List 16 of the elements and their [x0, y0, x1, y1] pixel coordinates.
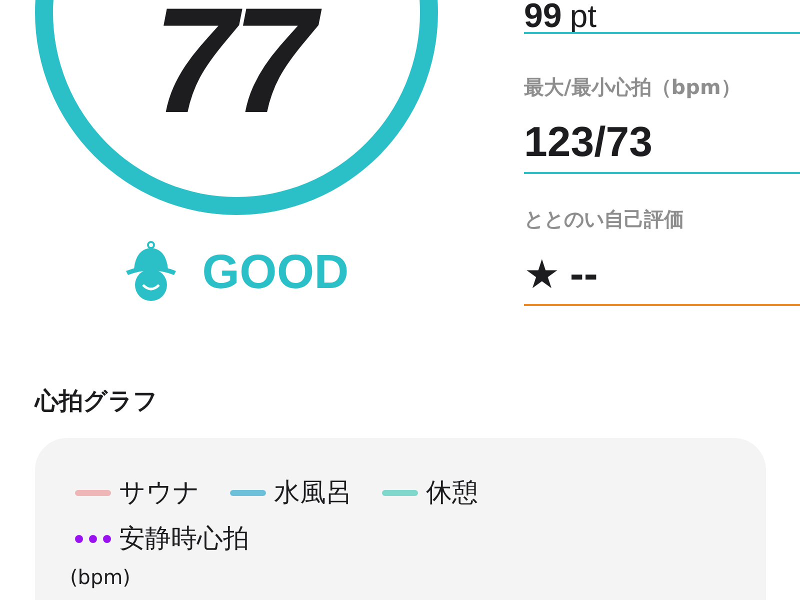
- section-title: 心拍グラフ: [35, 386, 159, 416]
- legend-label: 休憩: [426, 477, 478, 510]
- stat-label: ととのい自己評価: [524, 206, 685, 232]
- legend-label: 安静時心拍: [119, 523, 249, 556]
- legend-label: 水風呂: [274, 477, 352, 510]
- legend-label: サウナ: [119, 477, 200, 510]
- stat-value: 123/73: [524, 118, 652, 166]
- stat-unit: pt: [570, 0, 597, 32]
- stat-value: --: [570, 250, 598, 298]
- stat-value: 99: [524, 0, 562, 32]
- stat-label: 最大/最小心拍（bpm）: [524, 74, 742, 100]
- rating-text: GOOD: [202, 244, 349, 300]
- sauna-hat-face-icon: [124, 241, 178, 303]
- star-text: ★: [524, 251, 560, 299]
- score-value: 77: [145, 0, 328, 120]
- axis-unit: (bpm): [70, 564, 132, 590]
